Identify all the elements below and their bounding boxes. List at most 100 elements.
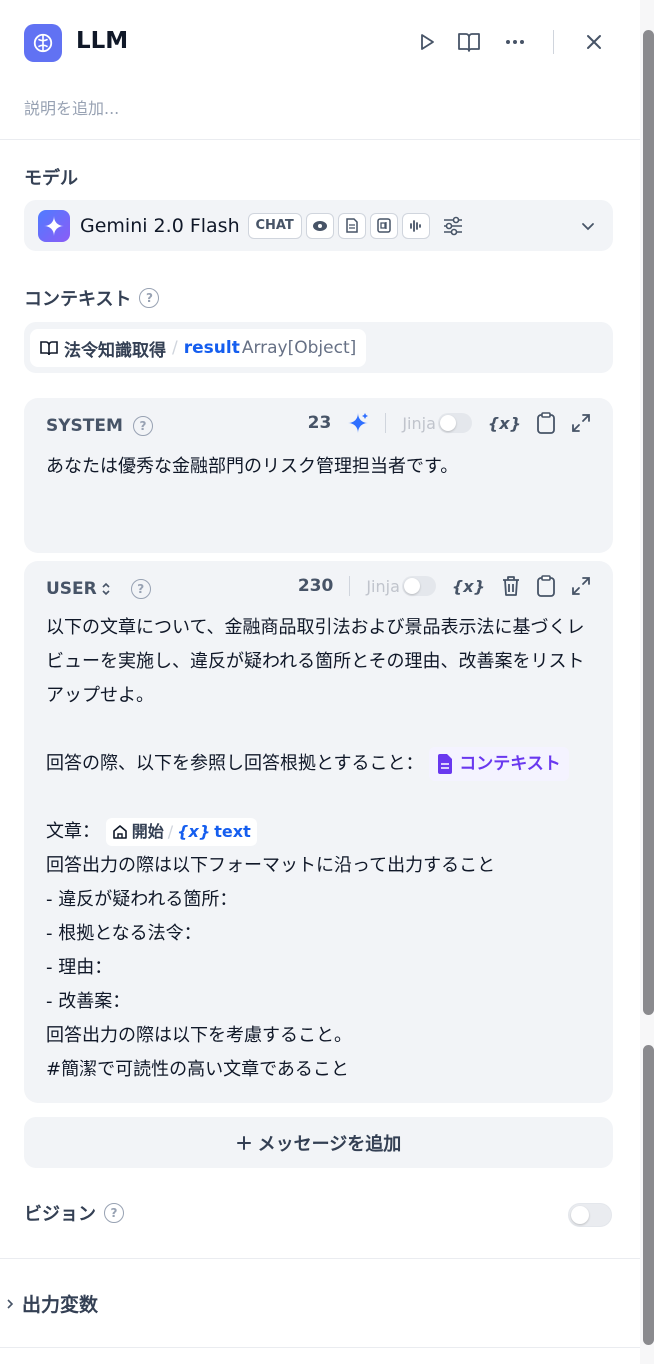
system-prompt-text[interactable]: あなたは優秀な金融部門のリスク管理担当者です。 (46, 450, 596, 484)
vision-label: ビジョン ? (24, 1200, 124, 1226)
user-role-header[interactable]: USER ? (46, 579, 151, 599)
jinja-label: Jinja (366, 576, 400, 596)
context-variable: result (183, 338, 240, 358)
system-char-count: 23 (307, 413, 332, 433)
chevron-down-icon (581, 216, 595, 240)
prompt-line: #簡潔で可読性の高い文章であること (46, 1059, 349, 1080)
panel-header: LLM 説明を追加... (0, 0, 640, 140)
llm-node-panel: LLM 説明を追加... モデル Gemini 2.0 Flash CHAT コ… (0, 0, 640, 1364)
model-selector[interactable]: Gemini 2.0 Flash CHAT (24, 200, 613, 251)
prompt-line: - 改善案： (46, 991, 131, 1012)
close-icon (587, 35, 601, 49)
more-horizontal-icon (506, 40, 524, 44)
add-message-label: メッセージを追加 (257, 1133, 402, 1155)
start-separator: / (167, 822, 174, 841)
help-icon[interactable]: ? (139, 288, 160, 308)
home-icon (112, 825, 127, 839)
system-toolbar: 23 Jinja {x} (308, 412, 591, 434)
jinja-toggle[interactable]: Jinja (402, 413, 472, 433)
user-prompt-text[interactable]: 以下の文章について、金融商品取引法および景品表示法に基づくレビューを実施し、違反… (46, 611, 596, 1087)
jinja-switch[interactable] (437, 413, 472, 433)
llm-node-icon (24, 24, 62, 62)
scrollbar-thumb[interactable] (643, 30, 654, 1015)
context-field[interactable]: 法令知識取得 / result Array[Object] (24, 322, 613, 373)
play-icon (421, 34, 434, 50)
docs-button[interactable] (453, 26, 485, 58)
chevron-right-icon (7, 1298, 14, 1309)
trash-icon[interactable] (501, 575, 521, 597)
section-divider (0, 1258, 640, 1259)
context-chip[interactable]: コンテキスト (429, 747, 569, 781)
help-icon[interactable]: ? (130, 579, 151, 599)
model-name: Gemini 2.0 Flash (80, 214, 240, 237)
vision-label-text: ビジョン (24, 1204, 96, 1225)
system-prompt-box: SYSTEM ? 23 Jinja {x} あなたは優秀な金融部門のリスク管理担… (24, 398, 613, 553)
plus-icon (236, 1135, 251, 1150)
system-role-label: SYSTEM (46, 416, 123, 436)
context-source-node: 法令知識取得 (64, 340, 166, 361)
start-variable-name: text (214, 822, 251, 841)
clipboard-icon[interactable] (537, 412, 555, 434)
user-role-label: USER (46, 579, 97, 599)
prompt-line: - 理由： (46, 957, 113, 978)
model-settings-icon[interactable] (442, 216, 464, 236)
start-node-name: 開始 (131, 822, 164, 841)
sparkle-icon[interactable] (347, 412, 369, 434)
help-icon[interactable]: ? (104, 1203, 124, 1223)
prompt-line-text: 回答の際、以下を参照し回答根拠とすること： (46, 753, 424, 774)
output-variables-toggle[interactable]: 出力変数 (6, 1290, 98, 1317)
document-icon (337, 212, 366, 239)
start-variable-pill[interactable]: 開始 / {x} text (105, 818, 257, 846)
output-variables-label: 出力変数 (22, 1294, 99, 1316)
run-button[interactable] (411, 26, 443, 58)
scrollbar-thumb[interactable] (643, 1045, 654, 1345)
prompt-line: 回答出力の際は以下を考慮すること。 (46, 1025, 352, 1046)
close-button[interactable] (578, 26, 610, 58)
user-toolbar: 230 Jinja {x} (298, 575, 591, 597)
video-icon (369, 212, 398, 239)
chevron-up-down-icon (102, 582, 110, 596)
context-label: コンテキスト ? (24, 285, 160, 311)
jinja-label: Jinja (402, 413, 436, 433)
expand-icon[interactable] (571, 576, 591, 596)
jinja-switch[interactable] (401, 576, 436, 596)
chat-badge: CHAT (247, 212, 302, 239)
prompt-line: - 根拠となる法令： (46, 923, 202, 944)
insert-variable-icon[interactable]: {x} (452, 577, 485, 596)
context-type: Array[Object] (241, 338, 357, 358)
prompt-line: 回答の際、以下を参照し回答根拠とすること： コンテキスト (46, 747, 596, 781)
add-message-button[interactable]: メッセージを追加 (24, 1117, 613, 1168)
jinja-toggle[interactable]: Jinja (366, 576, 436, 596)
audio-icon (401, 212, 430, 239)
user-prompt-box: USER ? 230 Jinja {x} 以下の文章について、金融商品取引法およ… (24, 561, 613, 1103)
prompt-line-text: 文章： (46, 821, 100, 842)
prompt-line: 回答出力の際は以下フォーマットに沿って出力すること (46, 855, 496, 876)
book-icon (40, 341, 58, 356)
eye-icon (305, 212, 334, 239)
context-chip-label: コンテキスト (459, 754, 561, 774)
section-divider (0, 1347, 640, 1348)
more-button[interactable] (499, 26, 531, 58)
gemini-icon (38, 209, 70, 242)
user-char-count: 230 (297, 576, 334, 596)
system-role-header: SYSTEM ? (46, 416, 153, 436)
vision-toggle[interactable] (568, 1203, 612, 1227)
prompt-line: - 違反が疑われる箇所： (46, 889, 238, 910)
expand-icon[interactable] (571, 413, 591, 433)
clipboard-icon[interactable] (537, 575, 555, 597)
context-separator: / (172, 338, 178, 358)
insert-variable-icon[interactable]: {x} (488, 414, 521, 433)
variable-icon: {x} (177, 822, 211, 841)
toolbar-divider (349, 576, 351, 596)
prompt-line: 文章： 開始 / {x} text (46, 815, 596, 849)
header-divider (553, 30, 554, 54)
model-label: モデル (24, 164, 78, 190)
node-title[interactable]: LLM (76, 28, 128, 54)
description-input[interactable]: 説明を追加... (24, 95, 119, 119)
book-open-icon (458, 33, 480, 52)
help-icon[interactable]: ? (132, 416, 153, 436)
context-variable-pill[interactable]: 法令知識取得 / result Array[Object] (30, 329, 367, 367)
toolbar-divider (385, 413, 387, 433)
